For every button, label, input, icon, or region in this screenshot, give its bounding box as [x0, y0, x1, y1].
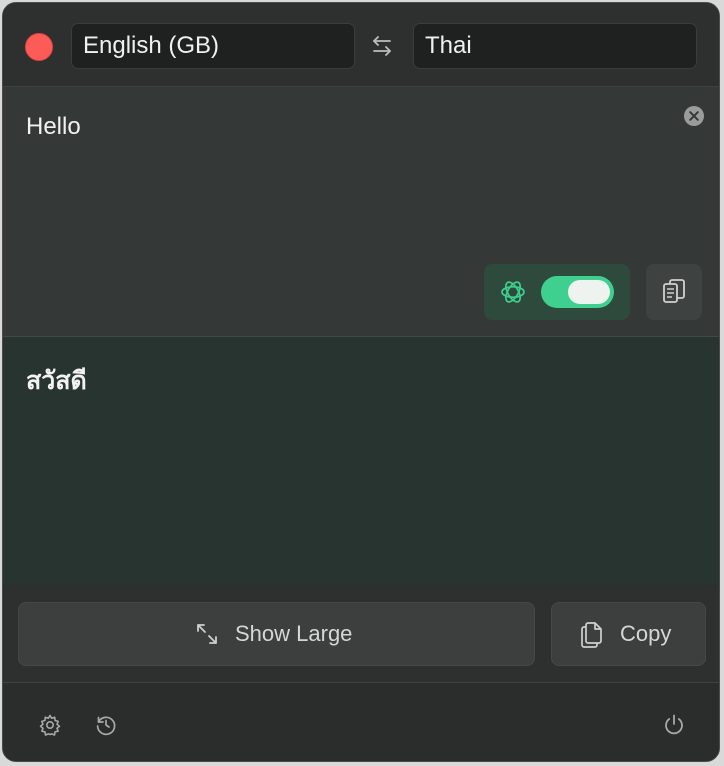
translated-text: สวัสดี [26, 367, 87, 395]
source-text-area[interactable]: Hello [3, 87, 719, 337]
footer-bar [3, 683, 719, 761]
copy-button[interactable]: Copy [551, 602, 706, 666]
copy-icon [581, 622, 602, 648]
show-large-label: Show Large [235, 621, 353, 646]
show-large-button[interactable]: Show Large [18, 602, 535, 666]
gear-icon[interactable] [38, 713, 62, 737]
source-language-selector[interactable]: English (GB) [71, 23, 355, 69]
expand-arrows-icon [197, 624, 217, 644]
history-icon[interactable] [94, 713, 118, 737]
translator-window: English (GB) Thai Hello สวัสดี Show Larg… [2, 2, 720, 762]
target-language-selector[interactable]: Thai [413, 23, 697, 69]
translation-output-area: สวัสดี [3, 337, 719, 585]
target-language-label: Thai [425, 32, 472, 59]
ai-mode-control [484, 264, 630, 320]
paste-button[interactable] [646, 264, 702, 320]
power-icon[interactable] [662, 713, 686, 737]
ai-sparkle-icon [501, 281, 525, 303]
source-text[interactable]: Hello [26, 113, 81, 141]
ai-toggle-switch[interactable] [541, 276, 614, 308]
action-bar: Show Large Copy [3, 585, 719, 683]
paste-icon [663, 279, 685, 303]
swap-arrows-icon[interactable] [369, 33, 395, 59]
clear-icon[interactable] [683, 105, 705, 127]
close-window-button[interactable] [25, 33, 53, 61]
copy-label: Copy [620, 621, 672, 646]
source-language-label: English (GB) [83, 32, 220, 59]
language-header: English (GB) Thai [3, 3, 719, 87]
toggle-knob [568, 280, 610, 304]
